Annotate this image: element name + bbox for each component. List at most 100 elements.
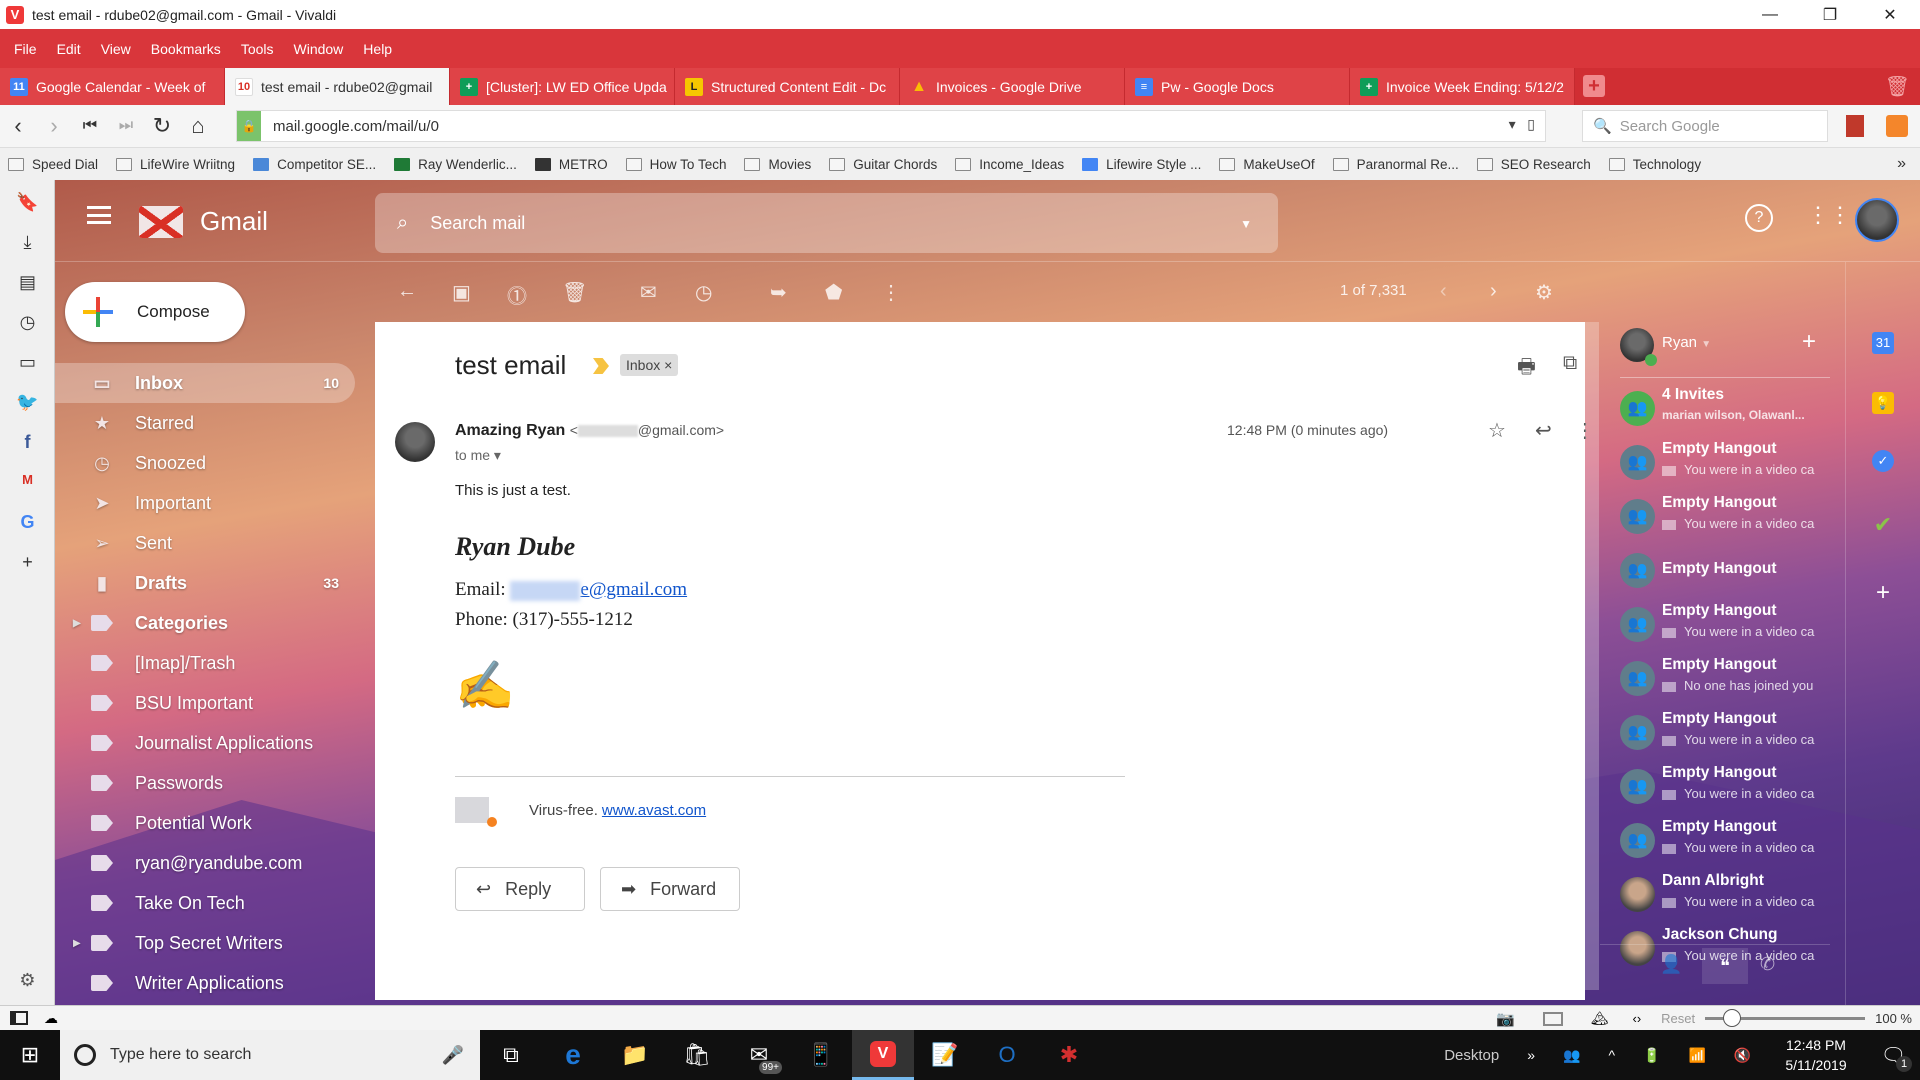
hangout-conversation[interactable]: 👥 Empty Hangout You were in a video ca [1600,600,1830,654]
notepad-icon[interactable]: 📝 [914,1030,976,1080]
menu-window[interactable]: Window [284,41,354,57]
nav-item-writer-applications[interactable]: Writer Applications [55,963,355,1003]
search-engine-field[interactable]: 🔍 Search Google [1582,110,1828,142]
nav-item-ryan-ryandube-com[interactable]: ryan@ryandube.com [55,843,355,883]
bookmark-item[interactable]: Technology [1608,157,1701,172]
hangout-conversation[interactable]: 👥 Empty Hangout You were in a video ca [1600,492,1830,546]
clock[interactable]: 12:48 PM 5/11/2019 [1785,1035,1846,1075]
bookmark-item[interactable]: MakeUseOf [1219,157,1315,172]
hangout-conversation[interactable]: Dann Albright You were in a video ca [1600,870,1830,924]
bookmark-item[interactable]: Movies [744,157,811,172]
nav-item-drafts[interactable]: ▮ Drafts 33 [55,563,355,603]
url-field[interactable]: 🔒 mail.google.com/mail/u/0 ▾ ▯ [236,110,1546,142]
outlook-icon[interactable]: O [976,1030,1038,1080]
add-panel-icon[interactable]: + [0,552,55,573]
bookmark-item[interactable]: Paranormal Re... [1332,157,1459,172]
zoom-slider[interactable] [1705,1009,1866,1027]
minimize-button[interactable]: — [1740,0,1800,29]
hangout-conversation[interactable]: 👥 Empty Hangout No one has joined you [1600,654,1830,708]
tab-gmail[interactable]: 10 test email - rdube02@gmail [225,68,450,105]
restore-button[interactable]: ❐ [1800,0,1860,29]
reply-icon[interactable]: ↩ [1535,418,1552,443]
bookmark-item[interactable]: Lifewire Style ... [1082,157,1201,172]
email-scrollbar[interactable] [1585,322,1599,990]
hangout-conversation[interactable]: 👥 Empty Hangout You were in a video ca [1600,762,1830,816]
bookmark-item[interactable]: SEO Research [1476,157,1591,172]
bookmarks-panel-icon[interactable]: 🔖 [0,192,55,213]
back-button[interactable]: ‹ [0,113,36,139]
bookmark-item[interactable]: Ray Wenderlic... [394,157,517,172]
wifi-icon[interactable]: 📶 [1688,1047,1705,1064]
cloud-sync-icon[interactable]: ☁ [44,1010,58,1027]
menu-edit[interactable]: Edit [47,41,91,57]
tab-google-drive[interactable]: ▲ Invoices - Google Drive [900,68,1125,105]
help-icon[interactable]: ? [1745,204,1773,232]
nav-item-passwords[interactable]: Passwords [55,763,355,803]
inbox-label-chip[interactable]: Inbox × [620,354,679,376]
trash-icon[interactable]: 🗑 [1885,74,1910,99]
bookmark-item[interactable]: METRO [534,157,608,172]
vivaldi-taskbar-icon[interactable]: V [852,1030,914,1080]
notes-panel-icon[interactable]: ▤ [0,272,55,293]
window-panel-icon[interactable]: ▭ [0,352,55,373]
recipient-details-toggle[interactable]: to me ▾ [455,447,501,464]
checkmark-addon-icon[interactable]: ✔ [1872,514,1894,536]
show-hidden-icons[interactable]: ^ [1608,1047,1615,1063]
gmail-panel-icon[interactable]: M [0,472,55,487]
nav-item-take-on-tech[interactable]: Take On Tech [55,883,355,923]
reply-button[interactable]: ↩ Reply [455,867,585,911]
menu-bookmarks[interactable]: Bookmarks [141,41,231,57]
home-button[interactable]: ⌂ [180,113,216,139]
signature-email-link[interactable]: e@gmail.com [580,579,687,600]
reload-button[interactable]: ↻ [144,113,180,139]
bookmark-item[interactable]: Guitar Chords [829,157,937,172]
app-bug-icon[interactable]: ✱ [1038,1030,1100,1080]
older-button[interactable]: › [1490,280,1497,303]
tab-google-calendar[interactable]: 11 Google Calendar - Week of [0,68,225,105]
bookmark-item[interactable]: How To Tech [625,157,726,172]
nav-item-sent[interactable]: ➢ Sent [55,523,355,563]
search-options-icon[interactable]: ▼ [1240,217,1252,231]
nav-item-journalist-applications[interactable]: Journalist Applications [55,723,355,763]
reddit-icon[interactable] [1886,115,1908,137]
zoom-reset-button[interactable]: Reset [1661,1011,1695,1026]
bookmark-item[interactable]: Competitor SE... [253,157,376,172]
expand-arrow-icon[interactable]: ▶ [73,618,81,629]
hangout-conversation[interactable]: 👥 Empty Hangout You were in a video ca [1600,816,1830,870]
nav-item-categories[interactable]: ▶ Categories [55,603,355,643]
toolbar-expand-icon[interactable]: » [1527,1047,1535,1063]
taskbar-search-box[interactable]: Type here to search 🎤 [60,1030,480,1080]
zoom-slider-knob[interactable] [1722,1009,1741,1027]
tab-invoice-sheet[interactable]: + Invoice Week Ending: 5/12/2 [1350,68,1575,105]
mark-unread-icon[interactable]: ✉ [640,280,657,305]
nav-item-bsu-important[interactable]: BSU Important [55,683,355,723]
main-menu-icon[interactable] [87,206,111,224]
google-calendar-addon-icon[interactable]: 31 [1872,332,1894,354]
task-view-icon[interactable]: ⧉ [480,1030,542,1080]
nav-item-important[interactable]: ➤ Important [55,483,355,523]
volume-muted-icon[interactable]: 🔇 [1734,1047,1751,1064]
action-center-icon[interactable]: 🗨 1 [1881,1043,1912,1072]
panel-toggle-icon[interactable] [10,1011,28,1025]
report-spam-icon[interactable]: ⓵ [507,280,527,309]
capture-icon[interactable]: 📷 [1496,1010,1515,1028]
account-avatar[interactable] [1855,198,1899,242]
facebook-icon[interactable]: f [0,432,55,453]
close-window-button[interactable]: ✕ [1860,0,1920,29]
get-addons-icon[interactable]: + [1872,581,1894,605]
file-explorer-icon[interactable]: 📁 [604,1030,666,1080]
tab-cluster-sheet[interactable]: + [Cluster]: LW ED Office Upda [450,68,675,105]
desktop-toolbar[interactable]: Desktop [1444,1047,1499,1064]
battery-icon[interactable]: 🔋 [1643,1047,1660,1064]
new-conversation-icon[interactable]: + [1802,328,1816,356]
nav-item-imap-trash[interactable]: [Imap]/Trash [55,643,355,683]
hangout-conversation[interactable]: 👥 4 Invites marian wilson, Olawanl... [1600,384,1830,438]
forward-button[interactable]: ➡ Forward [600,867,740,911]
mail-app-icon[interactable]: ✉ 99+ [728,1030,790,1080]
google-tasks-addon-icon[interactable]: ✓ [1872,450,1894,472]
menu-file[interactable]: File [4,41,47,57]
menu-view[interactable]: View [91,41,141,57]
print-icon[interactable]: 🖶 [1517,352,1536,386]
open-new-window-icon[interactable]: ⧉ [1563,352,1577,375]
history-panel-icon[interactable]: ◷ [0,312,55,333]
